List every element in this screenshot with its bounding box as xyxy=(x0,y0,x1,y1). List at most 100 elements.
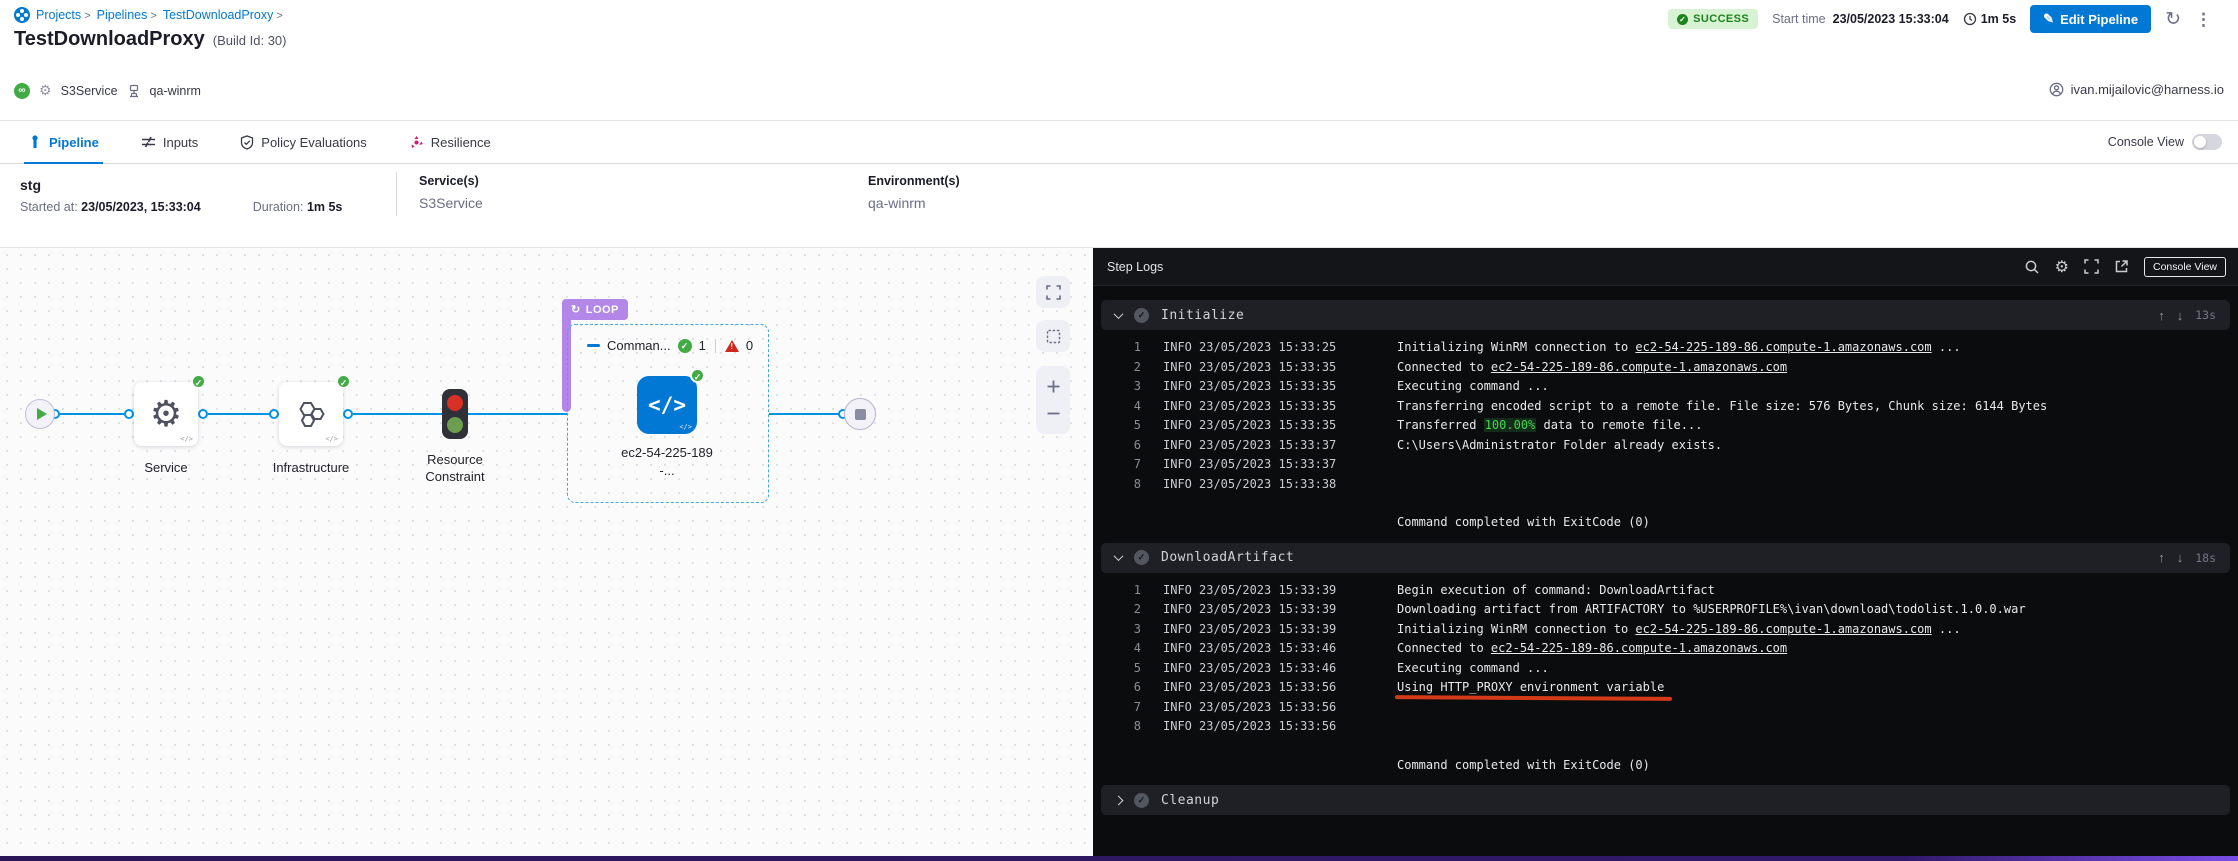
chevron-right-icon xyxy=(1114,795,1124,805)
log-line: 1INFO23/05/2023 15:33:25Initializing Win… xyxy=(1101,338,2230,358)
service-name[interactable]: S3Service xyxy=(419,195,483,211)
log-section-header[interactable]: ✓Cleanup xyxy=(1101,785,2230,815)
step-name: DownloadArtifact xyxy=(1161,550,1294,565)
build-id: (Build Id: 30) xyxy=(213,33,287,48)
scroll-to-bottom-icon[interactable]: ↓ xyxy=(2177,550,2184,565)
scroll-to-top-icon[interactable]: ↑ xyxy=(2158,550,2165,565)
zoom-out-icon[interactable] xyxy=(1046,406,1061,421)
node-service[interactable]: ⚙ ✓ </> xyxy=(134,382,198,446)
page-header: Projects Pipelines TestDownloadProxy ✓ S… xyxy=(0,0,2238,164)
log-line: 6INFO23/05/2023 15:33:37C:\Users\Adminis… xyxy=(1101,436,2230,456)
canvas-fit-button[interactable] xyxy=(1036,320,1070,352)
log-message: Downloading artifact from ARTIFACTORY to… xyxy=(1397,602,2026,616)
group-name[interactable]: Comman... xyxy=(607,338,671,353)
pipeline-canvas[interactable]: ⚙ ✓ </> Service ✓ </> Infrastructure Res… xyxy=(0,248,1093,861)
edge xyxy=(353,413,442,415)
log-message: Transferring encoded script to a remote … xyxy=(1397,399,2047,413)
log-timestamp: 23/05/2023 15:33:39 xyxy=(1199,620,1397,640)
log-timestamp: 23/05/2023 15:33:56 xyxy=(1199,698,1397,718)
kebab-menu-icon[interactable]: ⋮ xyxy=(2195,11,2212,28)
stage-name[interactable]: stg xyxy=(20,177,41,193)
log-line-number: 2 xyxy=(1125,358,1141,378)
node-resource-constraint[interactable] xyxy=(442,389,468,439)
tab-bar: Pipeline Inputs Policy Evaluations Resil… xyxy=(0,120,2238,164)
success-count-icon: ✓ xyxy=(678,339,692,353)
log-line: 7INFO23/05/2023 15:33:37 xyxy=(1101,455,2230,475)
log-text: Initializing WinRM connection to xyxy=(1397,340,1635,354)
service-tag[interactable]: S3Service xyxy=(61,84,118,98)
breadcrumb-projects[interactable]: Projects xyxy=(36,8,91,22)
services-block: Service(s) S3Service xyxy=(419,174,483,211)
log-section: ✓Initialize↑↓13s1INFO23/05/2023 15:33:25… xyxy=(1101,300,2230,535)
log-section: ✓Cleanup xyxy=(1101,785,2230,815)
edit-pipeline-button[interactable]: ✎ Edit Pipeline xyxy=(2030,5,2151,33)
step-logs-title: Step Logs xyxy=(1107,260,1163,274)
log-link[interactable]: ec2-54-225-189-86.compute-1.amazonaws.co… xyxy=(1635,622,1931,636)
stage-meta: Started at: 23/05/2023, 15:33:04 Duratio… xyxy=(20,200,342,214)
log-timestamp: 23/05/2023 15:33:39 xyxy=(1199,600,1397,620)
log-line-number: 5 xyxy=(1125,659,1141,679)
tab-resilience[interactable]: Resilience xyxy=(405,121,495,163)
breadcrumb: Projects Pipelines TestDownloadProxy xyxy=(14,7,283,23)
end-node xyxy=(844,398,876,430)
loop-icon: ↻ xyxy=(571,303,581,316)
edge xyxy=(769,413,843,415)
tab-inputs[interactable]: Inputs xyxy=(137,121,202,163)
breadcrumb-pipeline-name[interactable]: TestDownloadProxy xyxy=(163,8,283,22)
environment-tag[interactable]: qa-winrm xyxy=(150,84,201,98)
log-link[interactable]: ec2-54-225-189-86.compute-1.amazonaws.co… xyxy=(1491,641,1787,655)
collapse-icon[interactable] xyxy=(587,344,600,347)
log-text: Transferring encoded script to a remote … xyxy=(1397,399,2047,413)
log-timestamp: 23/05/2023 15:33:35 xyxy=(1199,416,1397,436)
canvas-zoom-controls[interactable] xyxy=(1036,366,1070,434)
log-line: 5INFO23/05/2023 15:33:35Transferred 100.… xyxy=(1101,416,2230,436)
scroll-to-bottom-icon[interactable]: ↓ xyxy=(2177,308,2184,323)
log-section-header[interactable]: ✓Initialize↑↓13s xyxy=(1101,300,2230,330)
zoom-in-icon[interactable] xyxy=(1046,379,1061,394)
clock-icon xyxy=(1963,12,1977,26)
log-line: 7 INFO23/05/2023 15:33:56 xyxy=(1101,698,2230,718)
log-level: INFO xyxy=(1163,678,1199,698)
log-level: INFO xyxy=(1163,698,1199,718)
start-node[interactable] xyxy=(25,399,55,429)
log-line-number: 7 xyxy=(1125,698,1141,718)
open-in-new-icon[interactable] xyxy=(2114,259,2129,274)
node-infrastructure[interactable]: ✓ </> xyxy=(279,382,343,446)
log-message: Transferred 100.00% data to remote file.… xyxy=(1397,418,1702,432)
step-name: Cleanup xyxy=(1161,793,1219,808)
log-section-header[interactable]: ✓DownloadArtifact↑↓18s xyxy=(1101,543,2230,573)
log-timestamp: 23/05/2023 15:33:37 xyxy=(1199,436,1397,456)
log-text: Connected to xyxy=(1397,360,1491,374)
transfer-percentage: 100.00% xyxy=(1484,418,1537,432)
console-view-button[interactable]: Console View xyxy=(2144,257,2226,277)
tab-pipeline[interactable]: Pipeline xyxy=(24,121,103,163)
success-check-icon: ✓ xyxy=(191,374,206,389)
failed-count: 0 xyxy=(746,338,753,353)
harness-pipeline-execution-page: Projects Pipelines TestDownloadProxy ✓ S… xyxy=(0,0,2238,861)
hexagons-icon xyxy=(293,396,329,432)
refresh-icon[interactable]: ↻ xyxy=(2165,10,2181,29)
settings-gear-icon[interactable]: ⚙ xyxy=(2055,257,2069,277)
log-link[interactable]: ec2-54-225-189-86.compute-1.amazonaws.co… xyxy=(1635,340,1931,354)
log-text: data to remote file... xyxy=(1536,418,1702,432)
log-text: ... xyxy=(1932,340,1961,354)
breadcrumb-pipelines[interactable]: Pipelines xyxy=(97,8,157,22)
log-line: 1INFO23/05/2023 15:33:39Begin execution … xyxy=(1101,581,2230,601)
code-icon: </> xyxy=(648,393,686,417)
expand-icon[interactable] xyxy=(2084,259,2099,274)
traffic-light-red xyxy=(447,395,463,411)
log-panel-actions: ⚙ Console View xyxy=(2024,257,2226,277)
environment-name[interactable]: qa-winrm xyxy=(868,195,960,211)
search-icon[interactable] xyxy=(2024,259,2040,275)
log-link[interactable]: ec2-54-225-189-86.compute-1.amazonaws.co… xyxy=(1491,360,1787,374)
console-view-toggle[interactable] xyxy=(2192,134,2222,150)
log-level: INFO xyxy=(1163,475,1199,495)
log-level: INFO xyxy=(1163,358,1199,378)
connector-dot xyxy=(124,409,134,419)
canvas-fullscreen-button[interactable] xyxy=(1036,276,1070,308)
scroll-to-top-icon[interactable]: ↑ xyxy=(2158,308,2165,323)
log-text: Executing command ... xyxy=(1397,379,1549,393)
node-command-step[interactable]: </> ✓ </> xyxy=(637,376,697,434)
tab-policy-evaluations[interactable]: Policy Evaluations xyxy=(236,121,371,163)
log-level: INFO xyxy=(1163,639,1199,659)
